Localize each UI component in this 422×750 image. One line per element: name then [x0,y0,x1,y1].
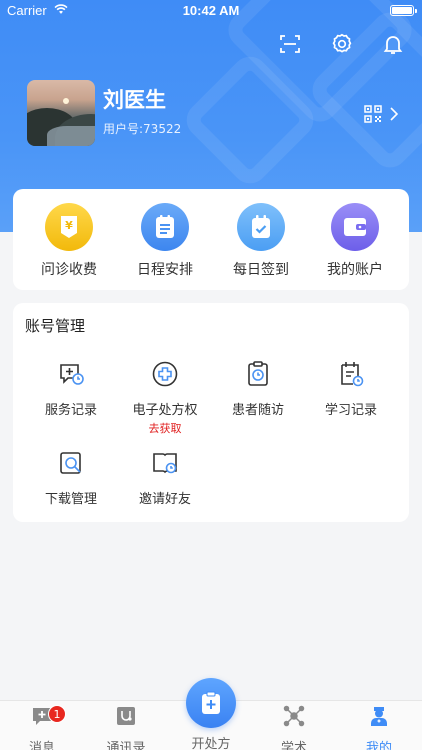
tab-label: 我的 [365,741,392,750]
yen-fee-icon: ¥ [61,216,77,238]
section-title: 账号管理 [25,317,86,335]
academic-icon [283,705,305,727]
tab-academic[interactable]: 学术 [259,705,329,750]
account-management-card: 账号管理 服务记录 电子处方权 去获取 患者随访 学习记录 下载管理 邀请好友 [13,303,409,522]
menu-label: 邀请好友 [138,492,191,507]
menu-label: 患者随访 [231,403,284,418]
tab-messages[interactable]: 消息 1 [7,705,77,750]
calendar-check-icon [252,215,270,238]
status-bar: Carrier 10:42 AM [0,0,422,22]
chevron-right-icon [390,107,398,121]
prescribe-button[interactable] [186,678,236,728]
patient-followup-icon [248,361,268,386]
quick-action-my-account[interactable]: 我的账户 [315,203,395,279]
menu-label: 电子处方权 [132,403,198,418]
menu-label: 服务记录 [44,403,97,418]
bell-icon[interactable] [381,32,405,56]
user-id: 用户号:73522 [103,122,182,136]
tab-label: 学术 [280,741,307,750]
quick-action-label: 每日签到 [233,262,289,278]
prescribe-icon [202,691,220,714]
unread-badge: 1 [48,705,66,723]
qr-code-link[interactable] [364,104,404,124]
quick-action-schedule[interactable]: 日程安排 [125,203,205,279]
qr-code-icon [364,105,382,123]
menu-label: 学习记录 [324,403,377,418]
clock: 10:42 AM [182,3,240,18]
get-permission-link[interactable]: 去获取 [118,420,212,436]
battery-icon [390,5,417,16]
menu-service-record[interactable]: 服务记录 [24,360,118,418]
quick-action-checkin[interactable]: 每日签到 [221,203,301,279]
menu-patient-followup[interactable]: 患者随访 [211,360,305,418]
download-manage-icon [60,452,81,474]
doctor-name: 刘医生 [103,88,166,112]
service-record-icon [60,364,84,385]
menu-download-manage[interactable]: 下载管理 [24,449,118,507]
svg-text:¥: ¥ [65,219,73,232]
tab-mine[interactable]: 我的 [344,705,414,750]
tab-label: 消息 [28,741,55,750]
menu-invite-friends[interactable]: 邀请好友 [118,449,212,507]
scan-icon[interactable] [278,32,302,56]
invite-friend-icon [153,453,177,474]
quick-action-label: 我的账户 [327,262,383,278]
settings-icon[interactable] [330,32,354,56]
schedule-icon [156,215,174,238]
study-record-icon [341,362,364,387]
menu-e-prescription[interactable]: 电子处方权 去获取 [118,360,212,436]
doctor-profile-icon [371,707,387,726]
quick-action-label: 问诊收费 [41,262,97,278]
menu-label: 下载管理 [44,492,97,507]
quick-actions-card: ¥ 问诊收费 日程安排 每日签到 我的账户 [13,189,409,290]
tab-contacts[interactable]: 通讯录 [91,705,161,750]
contacts-icon [117,707,135,725]
avatar[interactable] [27,80,95,146]
tab-label: 通讯录 [106,741,146,750]
quick-action-label: 日程安排 [137,262,193,278]
menu-study-record[interactable]: 学习记录 [304,360,398,418]
prescribe-tab-label[interactable]: 开处方 [176,733,246,750]
prescription-icon [152,361,178,387]
quick-action-consult-fee[interactable]: ¥ 问诊收费 [29,203,109,279]
wallet-icon [344,218,366,236]
